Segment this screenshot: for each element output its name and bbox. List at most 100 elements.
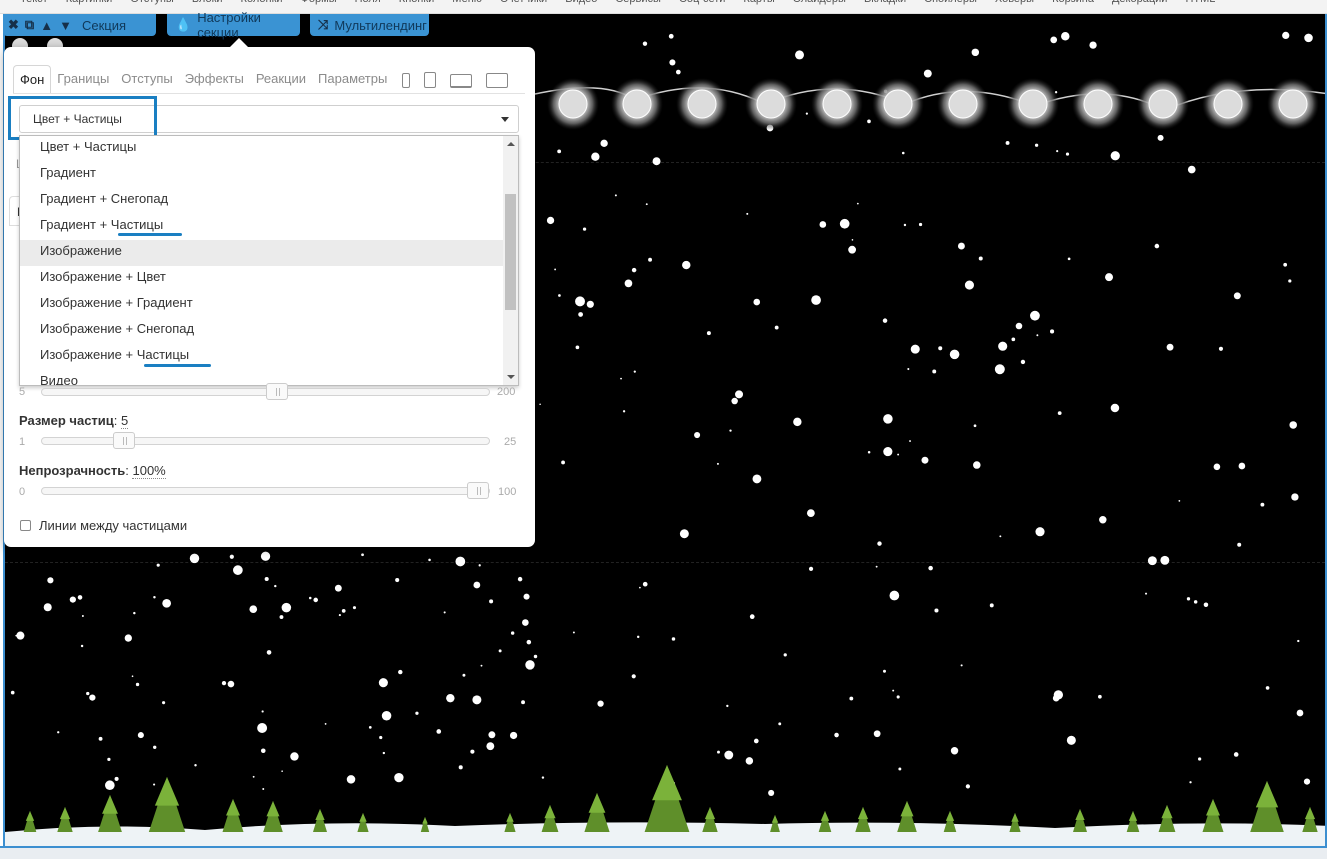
size-slider-knob[interactable]: [112, 432, 135, 449]
mobile-icon[interactable]: [402, 73, 410, 88]
top-menu-item[interactable]: Карты: [743, 0, 774, 5]
dropdown-option[interactable]: Изображение + Цвет: [20, 266, 518, 292]
desktop-icon[interactable]: [486, 73, 508, 88]
top-menu-item[interactable]: HTML: [1185, 0, 1215, 5]
snowflake: [1237, 542, 1242, 547]
opacity-slider-track[interactable]: [41, 482, 490, 499]
tab-1[interactable]: Границы: [51, 65, 115, 94]
snowflake: [1218, 346, 1224, 351]
dropdown-option[interactable]: Изображение + Частицы: [20, 344, 518, 370]
top-menu-item[interactable]: Вкладки: [864, 0, 906, 5]
snowflake: [1061, 31, 1070, 41]
top-menu-item[interactable]: Сервисы: [615, 0, 661, 5]
tab-5[interactable]: Параметры: [312, 65, 393, 94]
select-highlight-frame: [8, 96, 157, 140]
duplicate-icon[interactable]: ⧉: [25, 17, 34, 33]
top-menu-item[interactable]: Колонки: [241, 0, 283, 5]
dropdown-option[interactable]: Градиент: [20, 162, 518, 188]
top-menu-item[interactable]: Картинки: [66, 0, 113, 5]
snowflake: [1020, 359, 1026, 365]
tab-3[interactable]: Эффекты: [179, 65, 250, 94]
snowflake: [378, 678, 388, 688]
chevron-down-icon[interactable]: ▼: [59, 18, 72, 33]
tab-0[interactable]: Фон: [13, 65, 52, 94]
snowflake: [1099, 516, 1107, 524]
size-value[interactable]: 5: [121, 413, 129, 429]
snowflake: [221, 680, 227, 686]
scroll-thumb[interactable]: [505, 194, 516, 310]
lines-checkbox-label[interactable]: Линии между частицами: [39, 518, 187, 533]
opacity-value[interactable]: 100%: [132, 463, 166, 479]
snowflake: [964, 280, 974, 290]
dropdown-option[interactable]: Изображение + Снегопад: [20, 318, 518, 344]
multilanding-button[interactable]: ⤨ Мультилендинг: [310, 14, 429, 36]
snowflake: [533, 654, 538, 659]
count-slider-track[interactable]: [41, 383, 490, 400]
snowflake: [1166, 343, 1174, 351]
snowflake: [971, 48, 980, 57]
dropdown-scrollbar[interactable]: [503, 136, 518, 385]
background-type-dropdown: Цвет + Частицы Градиент Градиент + Снегопа…: [19, 135, 519, 386]
dropdown-option[interactable]: Цвет + Частицы: [20, 136, 518, 162]
snowflake: [648, 257, 652, 262]
top-menu-item[interactable]: Слайдеры: [793, 0, 846, 5]
chevron-up-icon[interactable]: ▲: [40, 18, 53, 33]
section-label[interactable]: Секция: [82, 18, 126, 33]
snowflake: [921, 456, 929, 464]
scroll-down-icon[interactable]: [507, 375, 515, 379]
top-menu-item[interactable]: Меню: [452, 0, 482, 5]
top-menu-item[interactable]: Блоки: [192, 0, 223, 5]
top-menu-item[interactable]: Отступы: [130, 0, 174, 5]
snowflake: [753, 298, 761, 306]
section-settings-button[interactable]: 💧 Настройки секции: [167, 10, 300, 40]
top-menu-item[interactable]: Корзина: [1052, 0, 1094, 5]
count-slider-knob[interactable]: [266, 383, 289, 400]
close-icon[interactable]: ✖: [8, 17, 19, 33]
snowflake: [361, 553, 364, 557]
snowflake: [805, 112, 808, 115]
laptop-icon[interactable]: [450, 74, 472, 88]
top-menu-item[interactable]: Декорации: [1112, 0, 1167, 5]
top-menu-item[interactable]: Ховеры: [995, 0, 1034, 5]
snowflake: [1015, 322, 1023, 330]
snowflake: [679, 529, 689, 539]
top-menu-item[interactable]: Текст: [20, 0, 48, 5]
dropdown-option[interactable]: Изображение: [20, 240, 518, 266]
top-menu-item[interactable]: Соц-сети: [679, 0, 725, 5]
pine-tree-top: [154, 777, 180, 806]
settings-tabs: Фон Границы Отступы Эффекты Реакции Параметры: [13, 65, 393, 94]
tab-2[interactable]: Отступы: [115, 65, 178, 94]
garland-bulb-core: [1083, 89, 1113, 119]
dropdown-option[interactable]: Градиент + Частицы: [20, 214, 518, 240]
snowflake: [1193, 600, 1198, 604]
snowflake: [808, 566, 814, 571]
snowflake: [572, 631, 575, 634]
lines-checkbox[interactable]: [20, 520, 31, 531]
snowflake: [636, 635, 640, 639]
top-menu-item[interactable]: Счетчики: [500, 0, 547, 5]
snowflake: [735, 390, 744, 399]
opacity-slider-knob[interactable]: [467, 482, 489, 499]
size-slider-track[interactable]: [41, 432, 490, 449]
snowflake: [252, 775, 255, 778]
snowflake: [867, 450, 871, 454]
snowflake: [124, 634, 132, 642]
top-menu-item[interactable]: Поля: [355, 0, 381, 5]
scroll-up-icon[interactable]: [507, 142, 515, 146]
tab-4[interactable]: Реакции: [250, 65, 312, 94]
top-menu-item[interactable]: Кнопки: [399, 0, 435, 5]
snowflake: [98, 736, 103, 741]
snowflake: [77, 595, 83, 600]
tablet-icon[interactable]: [424, 72, 436, 88]
top-menu-item[interactable]: Спойлеры: [924, 0, 977, 5]
pine-tree-top: [266, 801, 280, 817]
top-menu-item[interactable]: Видео: [565, 0, 597, 5]
top-menu-item[interactable]: Формы: [301, 0, 337, 5]
snowflake: [260, 551, 271, 561]
dropdown-options: Цвет + Частицы Градиент Градиент + Снегопа…: [20, 136, 518, 385]
snowflake: [368, 726, 372, 729]
snowflake: [1050, 36, 1058, 44]
dropdown-option[interactable]: Градиент + Снегопад: [20, 188, 518, 214]
snowflake: [1005, 141, 1010, 145]
dropdown-option[interactable]: Изображение + Градиент: [20, 292, 518, 318]
